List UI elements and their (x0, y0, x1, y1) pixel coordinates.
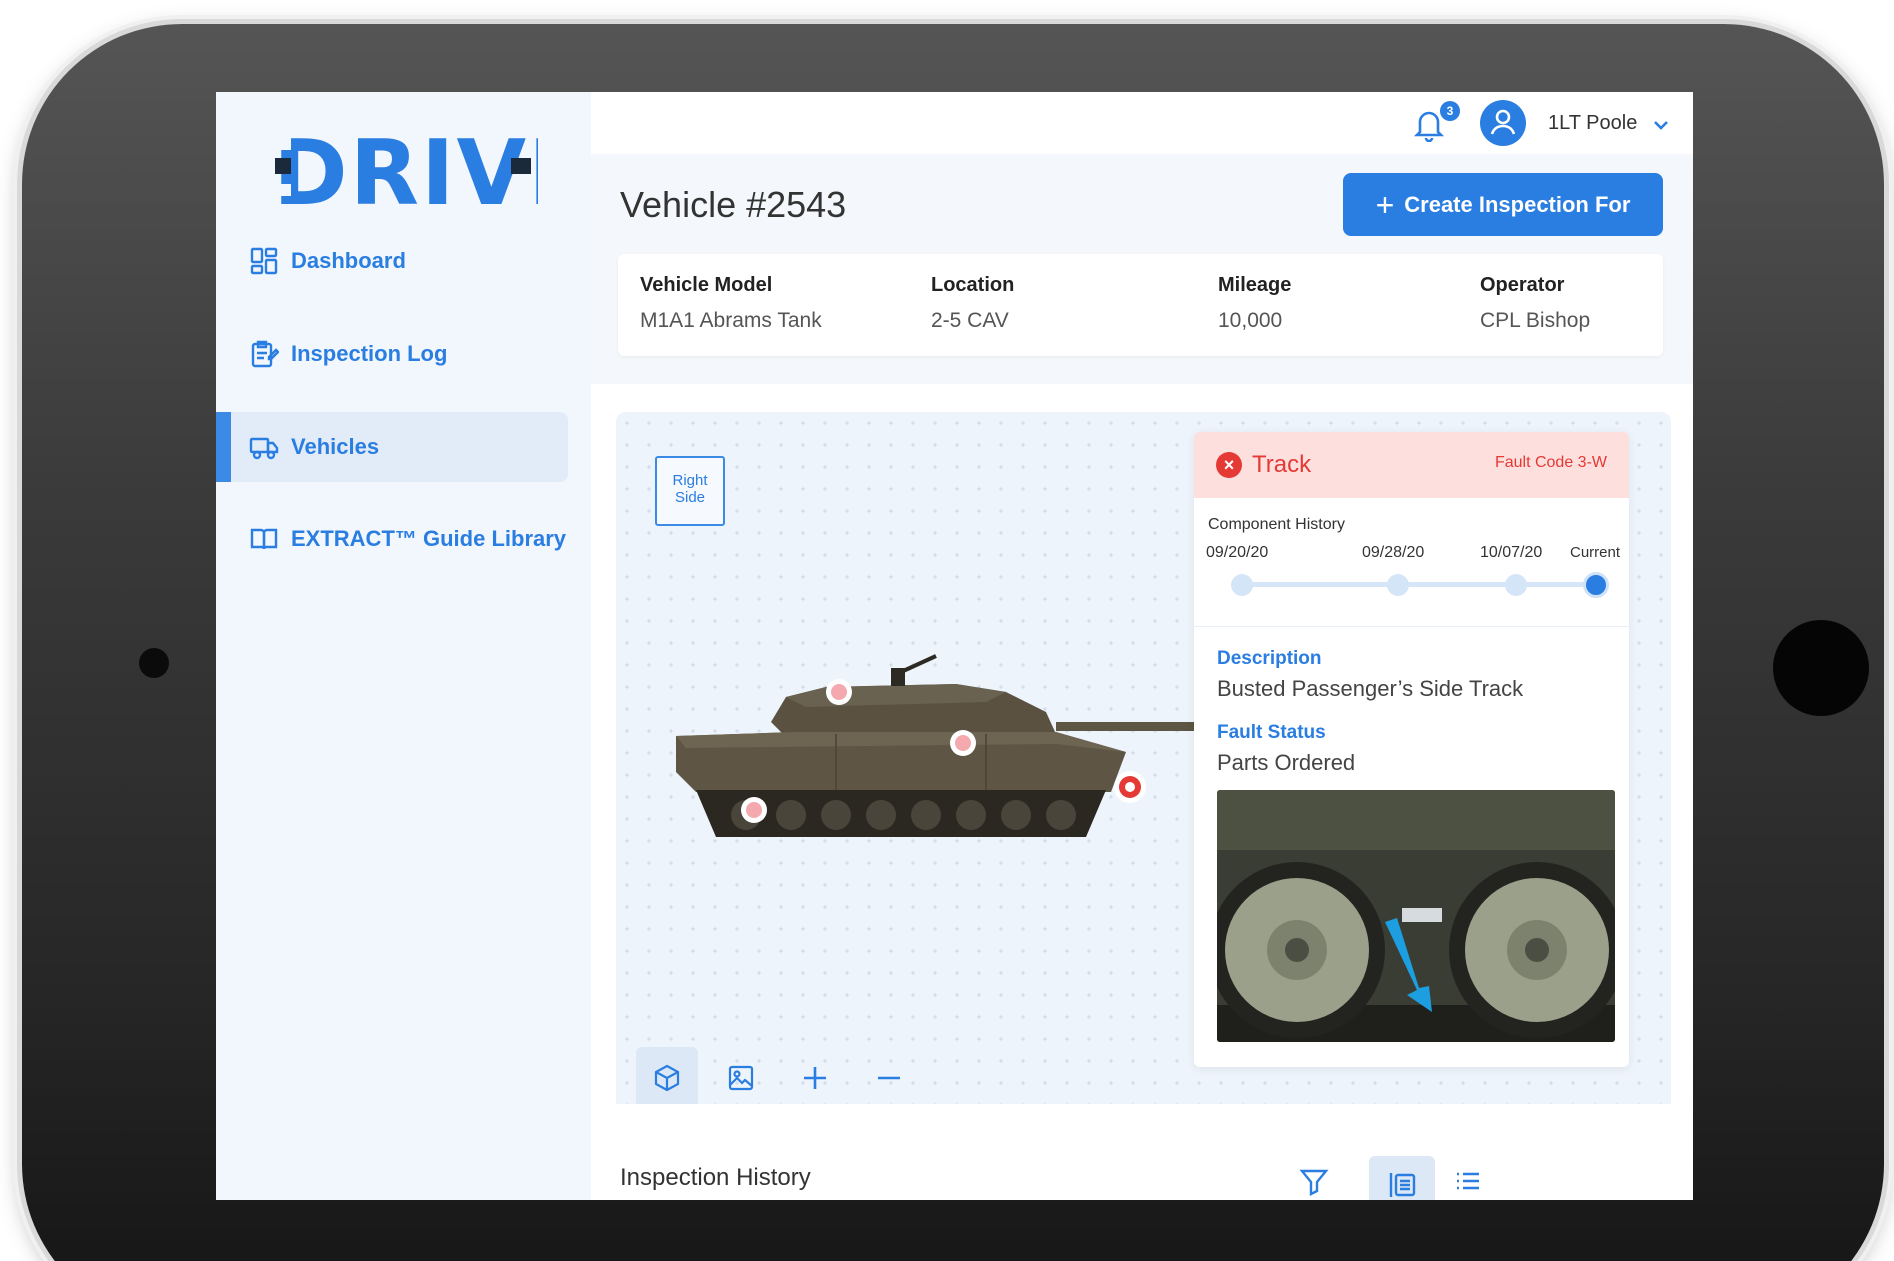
create-inspection-label: Create Inspection For (1404, 191, 1631, 217)
book-icon (250, 528, 278, 550)
fault-code: Fault Code 3-W (1494, 454, 1607, 471)
fault-status-label: Fault Status (1217, 722, 1326, 743)
vehicle-3d-viewer[interactable]: Right Side × Track Fault Code 3-W Compon… (616, 412, 1671, 1129)
view-side-label-line2: Side (674, 489, 706, 506)
sidebar-item-inspection-log[interactable]: Inspection Log (216, 319, 568, 389)
drive-logo: DRIVE (273, 126, 538, 216)
tank-illustration (676, 654, 1216, 837)
info-value: 2-5 CAV (931, 309, 1009, 332)
history-date[interactable]: 09/20/20 (1206, 544, 1268, 562)
view-side-label[interactable]: Right Side (655, 456, 725, 526)
chevron-down-icon[interactable] (1651, 114, 1671, 134)
view-3d-button[interactable] (636, 1047, 698, 1109)
history-date[interactable]: Current (1570, 544, 1620, 561)
history-point-current[interactable] (1583, 572, 1609, 598)
zoom-in-button[interactable] (784, 1047, 846, 1109)
view-side-label-line1: Right (672, 472, 708, 489)
info-value: 10,000 (1218, 309, 1283, 332)
history-date[interactable]: 09/28/20 (1362, 544, 1424, 562)
info-operator: Operator CPL Bishop (1480, 274, 1590, 333)
top-bar: 3 1LT Poole (591, 92, 1693, 154)
error-icon: × (1216, 452, 1242, 478)
main-panel: Right Side × Track Fault Code 3-W Compon… (591, 384, 1693, 1129)
zoom-out-button[interactable] (858, 1047, 920, 1109)
history-point[interactable] (1231, 574, 1253, 596)
sidebar-item-label: EXTRACT™ Guide Library (291, 526, 567, 551)
user-name[interactable]: 1LT Poole (1548, 112, 1637, 135)
sidebar-item-label: Dashboard (291, 248, 406, 273)
divider (1194, 626, 1629, 627)
info-label: Location (931, 274, 1015, 296)
plus-icon: + (1375, 186, 1395, 223)
notification-badge: 3 (1440, 101, 1460, 121)
vehicle-info-card: Vehicle Model M1A1 Abrams Tank Location … (618, 254, 1663, 356)
page-title: Vehicle #2543 (620, 184, 847, 225)
description-value: Busted Passenger’s Side Track (1217, 676, 1524, 701)
inspection-history-title: Inspection History (620, 1164, 811, 1191)
avatar[interactable] (1480, 100, 1526, 146)
history-point[interactable] (1505, 574, 1527, 596)
history-date[interactable]: 10/07/20 (1480, 544, 1542, 562)
info-label: Mileage (1218, 274, 1292, 296)
info-location: Location 2-5 CAV (931, 274, 1014, 333)
component-history-title: Component History (1208, 516, 1345, 533)
info-label: Vehicle Model (640, 274, 773, 296)
history-timeline (1242, 582, 1602, 587)
sidebar-item-vehicles[interactable]: Vehicles (216, 412, 568, 482)
app-screen: DRIVE Dashboard Inspection Log (216, 92, 1693, 1200)
description-label: Description (1217, 648, 1322, 669)
viewer-toolbar (636, 1047, 920, 1109)
filter-icon[interactable] (1299, 1166, 1329, 1196)
fault-status-value: Parts Ordered (1217, 750, 1356, 775)
home-sensor (139, 648, 169, 678)
inspection-log-icon (251, 340, 279, 368)
sidebar-item-guide-library[interactable]: EXTRACT™ Guide Library (216, 504, 568, 574)
info-value: CPL Bishop (1480, 309, 1591, 332)
fault-detail-card: × Track Fault Code 3-W Component History… (1194, 432, 1629, 1067)
info-value: M1A1 Abrams Tank (640, 309, 822, 332)
info-mileage: Mileage 10,000 (1218, 274, 1291, 333)
history-point[interactable] (1387, 574, 1409, 596)
user-icon (1490, 109, 1516, 135)
sidebar-item-label: Inspection Log (291, 341, 448, 366)
fault-photo[interactable] (1217, 790, 1615, 1042)
zoom-in-icon (804, 1067, 826, 1089)
create-inspection-button[interactable]: + Create Inspection For (1343, 173, 1663, 236)
fault-component: Track (1252, 451, 1312, 478)
list-view-icon[interactable] (1453, 1166, 1483, 1196)
zoom-out-icon (878, 1076, 900, 1080)
sidebar: DRIVE Dashboard Inspection Log (216, 92, 591, 1200)
svg-text:DRIVE: DRIVE (273, 126, 538, 216)
sidebar-item-dashboard[interactable]: Dashboard (216, 226, 568, 296)
timeline-view-button[interactable] (1369, 1156, 1435, 1200)
truck-icon (249, 437, 279, 460)
info-label: Operator (1480, 274, 1565, 296)
timeline-list-icon (1389, 1173, 1416, 1197)
dashboard-icon (250, 247, 278, 275)
info-vehicle-model: Vehicle Model M1A1 Abrams Tank (640, 274, 822, 333)
fault-header: × Track Fault Code 3-W (1194, 432, 1629, 498)
image-icon (728, 1065, 754, 1091)
inspection-history-section: Inspection History (591, 1104, 1693, 1200)
cube-icon (654, 1064, 680, 1092)
sidebar-item-label: Vehicles (291, 434, 380, 459)
camera (1773, 620, 1869, 716)
view-image-button[interactable] (710, 1047, 772, 1109)
